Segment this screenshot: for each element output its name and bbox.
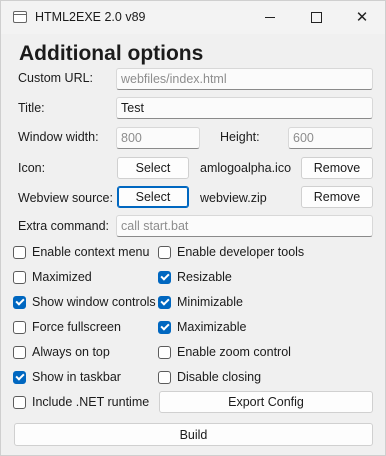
checkbox-label: Include .NET runtime: [32, 395, 150, 409]
extra-command-label: Extra command:: [18, 219, 110, 233]
checkbox-disable-closing[interactable]: Disable closing: [158, 370, 261, 384]
checkbox-box[interactable]: [158, 245, 171, 259]
checkbox-box[interactable]: [13, 295, 26, 309]
checkbox-maximized[interactable]: Maximized: [13, 270, 92, 284]
checkbox-label: Maximizable: [177, 320, 247, 334]
checkbox-label: Enable zoom control: [177, 345, 291, 359]
minimize-icon: [265, 16, 275, 18]
title-label: Title:: [18, 101, 45, 115]
checkbox-box[interactable]: [13, 395, 26, 409]
webview-filename: webview.zip: [200, 191, 267, 205]
checkbox-box[interactable]: [158, 370, 171, 384]
checkbox-label: Force fullscreen: [32, 320, 121, 334]
checkbox-box[interactable]: [158, 295, 171, 309]
maximize-button[interactable]: [293, 1, 339, 33]
checkbox-show-window-controls[interactable]: Show window controls: [13, 295, 156, 309]
height-label: Height:: [220, 130, 260, 144]
checkbox-box[interactable]: [158, 320, 171, 334]
checkbox-label: Resizable: [177, 270, 232, 284]
checkbox-box[interactable]: [13, 270, 26, 284]
checkbox-box[interactable]: [13, 345, 26, 359]
custom-url-label: Custom URL:: [18, 71, 94, 85]
checkbox-always-on-top[interactable]: Always on top: [13, 345, 110, 359]
checkbox-box[interactable]: [158, 345, 171, 359]
checkbox-enable-zoom-control[interactable]: Enable zoom control: [158, 345, 291, 359]
app-window-icon: [13, 11, 27, 23]
icon-filename: amlogoalpha.ico: [200, 161, 292, 175]
checkbox-label: Enable context menu: [32, 245, 150, 259]
app-window: HTML2EXE 2.0 v89 ✕ Additional options Cu…: [0, 0, 386, 456]
checkbox-box[interactable]: [13, 245, 26, 259]
window-width-label: Window width:: [18, 130, 99, 144]
checkbox-force-fullscreen[interactable]: Force fullscreen: [13, 320, 121, 334]
checkbox-label: Show in taskbar: [32, 370, 121, 384]
custom-url-input[interactable]: webfiles/index.html: [116, 68, 373, 90]
checkbox-box[interactable]: [13, 320, 26, 334]
checkbox-box[interactable]: [13, 370, 26, 384]
checkbox-resizable[interactable]: Resizable: [158, 270, 232, 284]
maximize-icon: [310, 11, 322, 23]
height-input[interactable]: 600: [288, 127, 373, 149]
window-width-input[interactable]: 800: [116, 127, 200, 149]
page-title: Additional options: [19, 42, 204, 65]
checkbox-label: Show window controls: [32, 295, 156, 309]
build-button[interactable]: Build: [14, 423, 373, 446]
webview-source-label: Webview source:: [18, 191, 113, 205]
title-bar: HTML2EXE 2.0 v89 ✕: [1, 1, 385, 34]
checkbox-enable-context-menu[interactable]: Enable context menu: [13, 245, 149, 259]
checkbox-box[interactable]: [158, 270, 171, 284]
icon-select-button[interactable]: Select: [117, 157, 189, 179]
close-icon: ✕: [355, 8, 369, 26]
checkbox-label: Minimizable: [177, 295, 243, 309]
extra-command-input[interactable]: call start.bat: [116, 215, 373, 237]
checkbox-enable-developer-tools[interactable]: Enable developer tools: [158, 245, 304, 259]
title-input[interactable]: Test: [116, 97, 373, 119]
webview-select-button[interactable]: Select: [117, 186, 189, 208]
checkbox-label: Maximized: [32, 270, 92, 284]
export-config-button[interactable]: Export Config: [159, 391, 373, 413]
checkbox-minimizable[interactable]: Minimizable: [158, 295, 243, 309]
window-title: HTML2EXE 2.0 v89: [35, 10, 146, 24]
close-button[interactable]: ✕: [339, 1, 385, 33]
icon-remove-button[interactable]: Remove: [301, 157, 373, 179]
minimize-button[interactable]: [247, 1, 293, 33]
checkbox-maximizable[interactable]: Maximizable: [158, 320, 246, 334]
checkbox-label: Disable closing: [177, 370, 262, 384]
checkbox-label: Always on top: [32, 345, 110, 359]
checkbox-show-in-taskbar[interactable]: Show in taskbar: [13, 370, 121, 384]
checkbox-include-dotnet-runtime[interactable]: Include .NET runtime: [13, 395, 149, 409]
checkbox-label: Enable developer tools: [177, 245, 305, 259]
webview-remove-button[interactable]: Remove: [301, 186, 373, 208]
icon-label: Icon:: [18, 161, 46, 175]
